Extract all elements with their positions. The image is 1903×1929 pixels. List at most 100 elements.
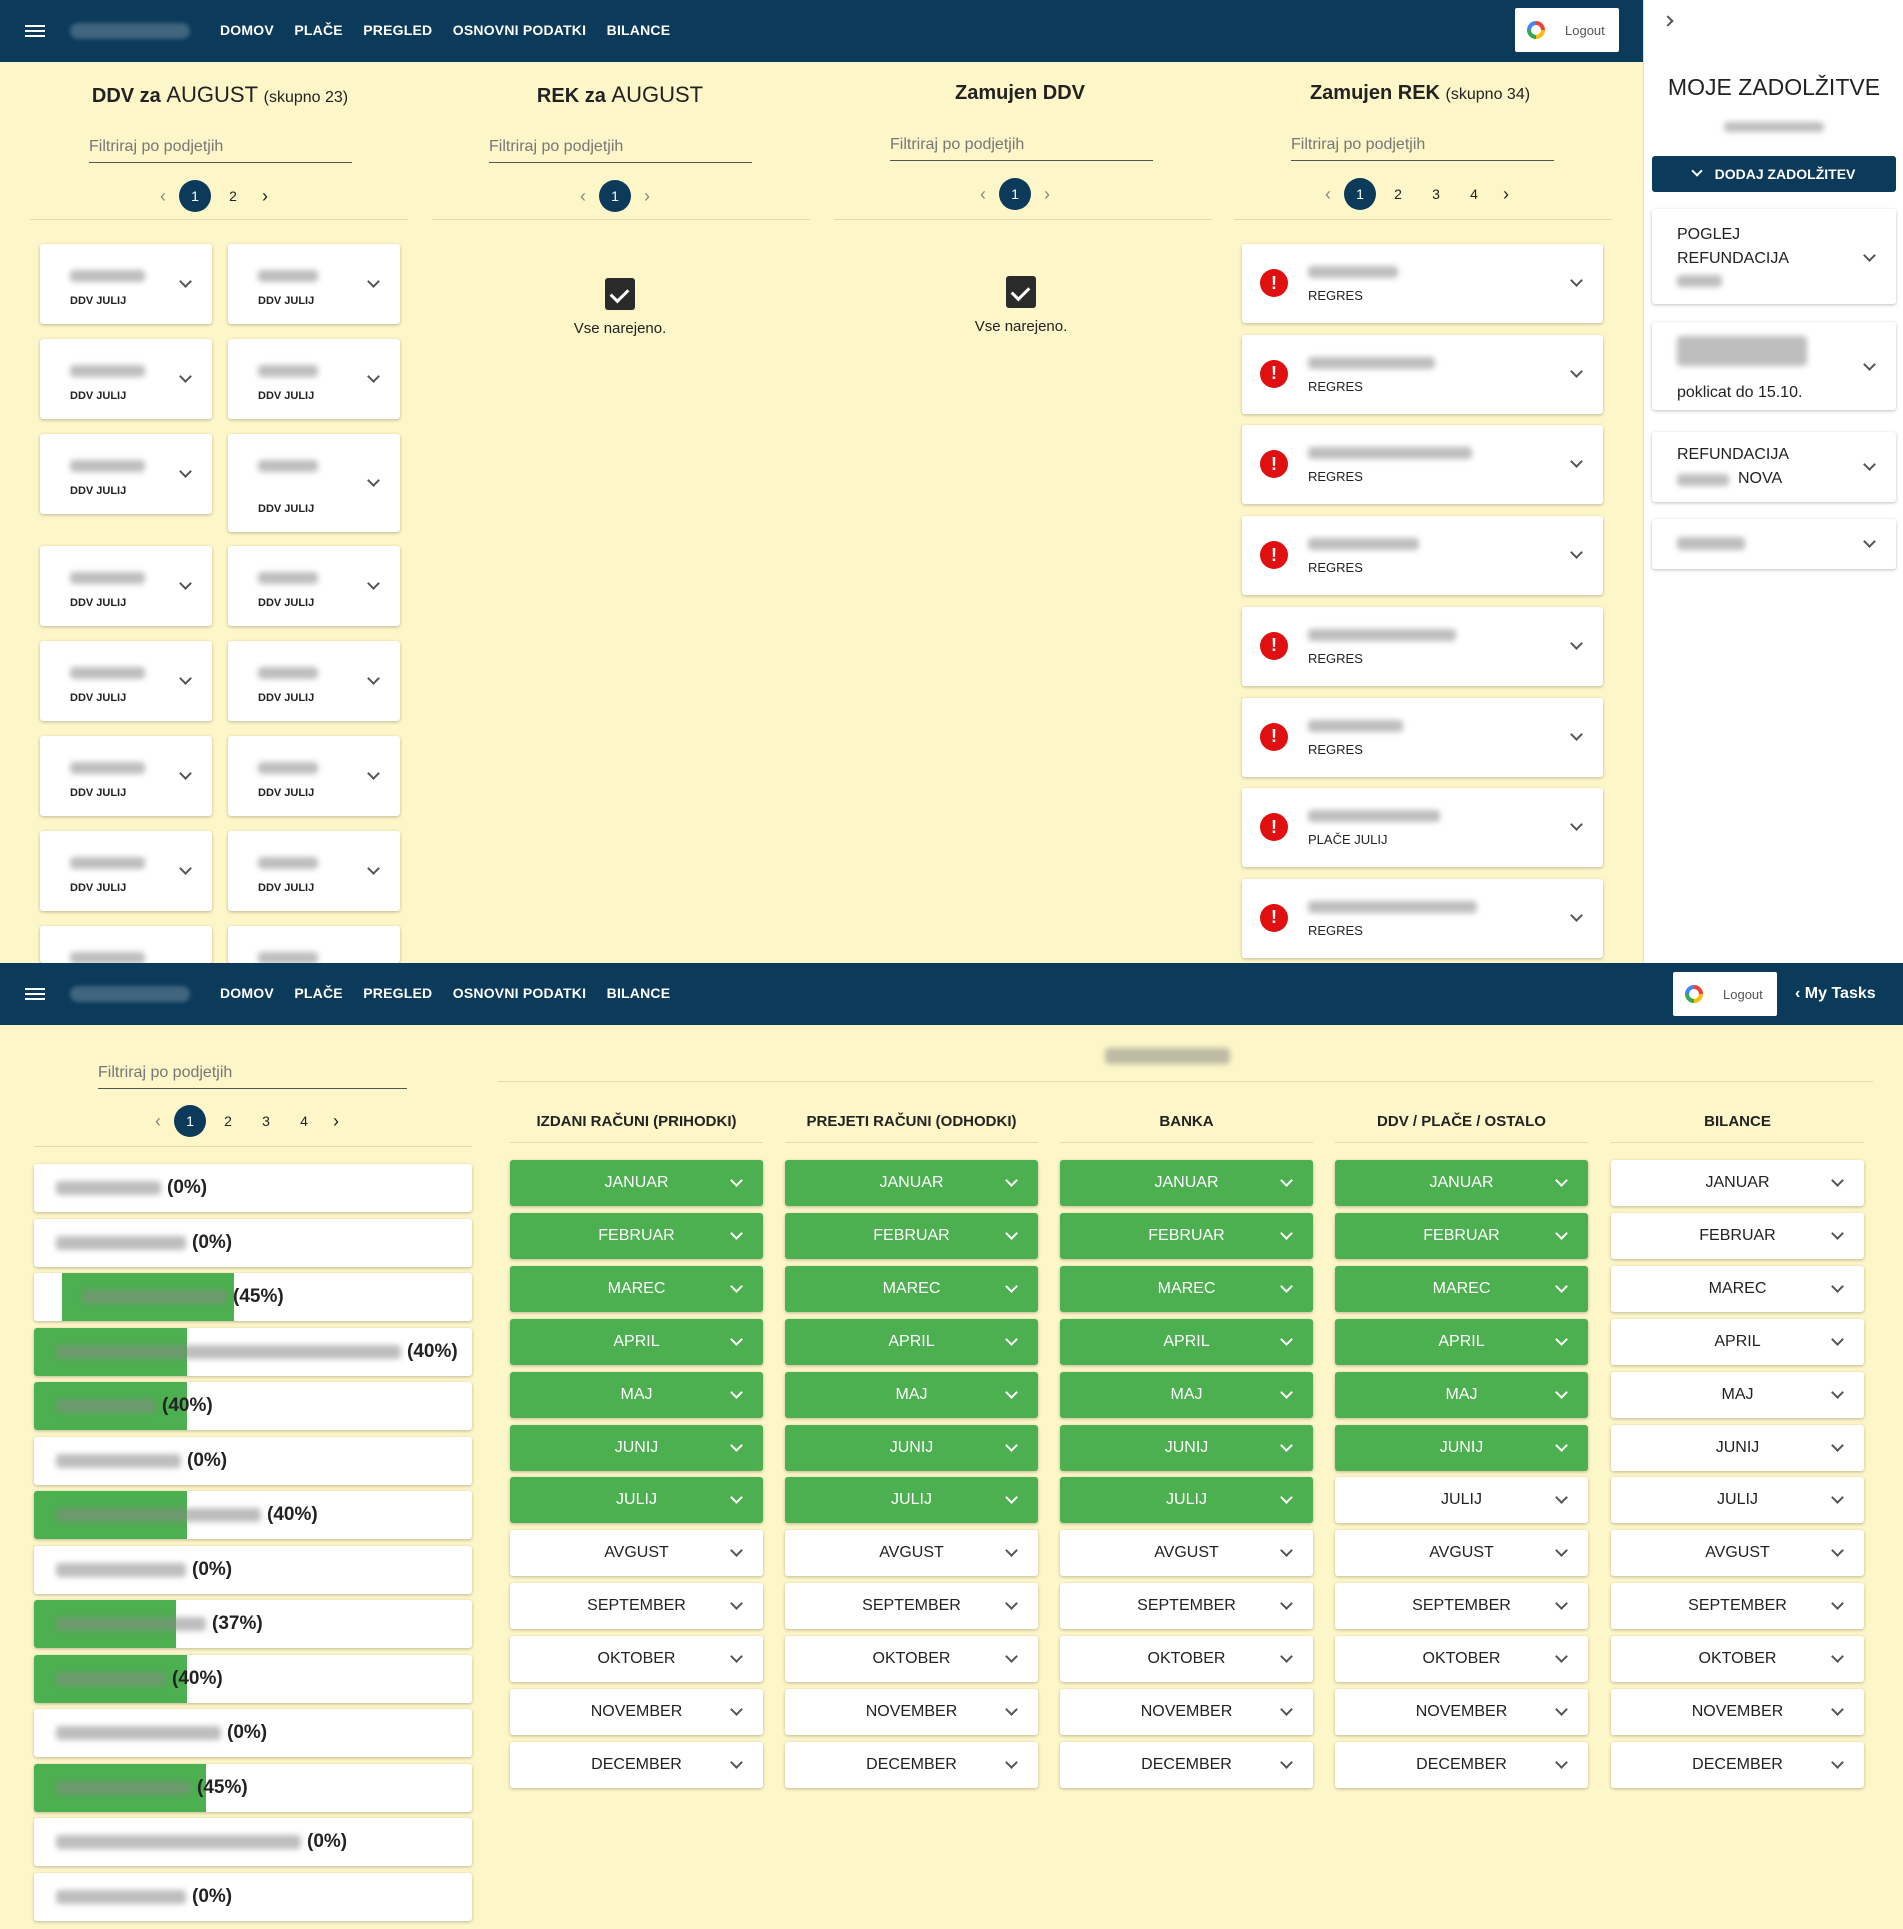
zamujen-rek-filter-input[interactable]: Filtriraj po podjetjih [1291, 136, 1554, 161]
zamujen-rek-card[interactable]: ! PLAČE JULIJ [1242, 788, 1603, 868]
page-4[interactable]: 4 [288, 1105, 320, 1137]
company-row[interactable]: (45%) [34, 1273, 472, 1321]
task-item[interactable] [1652, 519, 1896, 569]
month-cell-julij[interactable]: JULIJ [1611, 1477, 1864, 1524]
company-row[interactable]: (40%) [34, 1382, 472, 1430]
chevron-right-icon[interactable]: › [634, 186, 660, 207]
task-item[interactable]: POGLEJ REFUNDACIJA [1652, 209, 1896, 304]
month-cell-oktober[interactable]: OKTOBER [510, 1636, 763, 1683]
month-cell-december[interactable]: DECEMBER [510, 1741, 763, 1788]
ddv-task-card[interactable]: DDV JULIJ [40, 831, 212, 911]
zamujen-rek-card[interactable]: ! REGRES [1242, 425, 1603, 505]
month-cell-avgust[interactable]: AVGUST [1335, 1530, 1588, 1577]
ddv-task-card[interactable]: DDV JULIJ [228, 831, 400, 911]
page-3[interactable]: 3 [1420, 178, 1452, 210]
month-cell-marec[interactable]: MAREC [1335, 1265, 1588, 1312]
month-cell-april[interactable]: APRIL [510, 1318, 763, 1365]
month-cell-november[interactable]: NOVEMBER [785, 1689, 1038, 1735]
month-cell-junij[interactable]: JUNIJ [1060, 1424, 1313, 1471]
ddv-task-card[interactable] [228, 926, 400, 964]
month-cell-januar[interactable]: JANUAR [1611, 1160, 1864, 1206]
nav-pregled[interactable]: PREGLED [363, 22, 432, 38]
month-cell-maj[interactable]: MAJ [1335, 1371, 1588, 1418]
month-cell-december[interactable]: DECEMBER [1335, 1741, 1588, 1788]
ddv-task-card[interactable]: DDV JULIJ [40, 641, 212, 721]
ddv-task-card[interactable]: DDV JULIJ [228, 736, 400, 816]
page-3[interactable]: 3 [250, 1105, 282, 1137]
month-cell-november[interactable]: NOVEMBER [510, 1689, 763, 1735]
month-cell-januar[interactable]: JANUAR [1335, 1160, 1588, 1206]
month-cell-februar[interactable]: FEBRUAR [1611, 1212, 1864, 1259]
ddv-task-card[interactable]: DDV JULIJ [40, 244, 212, 324]
nav-osnovni-podatki[interactable]: OSNOVNI PODATKI [453, 985, 586, 1001]
month-cell-oktober[interactable]: OKTOBER [785, 1636, 1038, 1683]
page-1[interactable]: 1 [179, 180, 211, 212]
company-row[interactable]: (37%) [34, 1600, 472, 1648]
ddv-task-card[interactable]: DDV JULIJ [40, 736, 212, 816]
company-row[interactable]: (45%) [34, 1763, 472, 1812]
month-cell-april[interactable]: APRIL [1611, 1318, 1864, 1365]
zamujen-rek-card[interactable]: ! REGRES [1242, 334, 1603, 414]
month-cell-november[interactable]: NOVEMBER [1060, 1689, 1313, 1735]
nav-place[interactable]: PLAČE [294, 22, 342, 38]
ddv-task-card[interactable]: DDV JULIJ [40, 546, 212, 626]
month-cell-junij[interactable]: JUNIJ [510, 1424, 763, 1471]
ddv-task-card[interactable]: DDV JULIJ [40, 339, 212, 419]
company-row[interactable]: (0%) [34, 1545, 472, 1594]
month-cell-januar[interactable]: JANUAR [1060, 1160, 1313, 1206]
month-cell-februar[interactable]: FEBRUAR [1335, 1212, 1588, 1259]
chevron-right-icon[interactable] [1662, 15, 1674, 27]
month-cell-avgust[interactable]: AVGUST [1611, 1530, 1864, 1577]
chevron-right-icon[interactable]: › [252, 186, 278, 207]
zamujen-rek-card[interactable]: ! REGRES [1242, 878, 1603, 958]
chevron-left-icon[interactable]: ‹ [1315, 184, 1341, 205]
month-cell-februar[interactable]: FEBRUAR [1060, 1212, 1313, 1259]
month-cell-avgust[interactable]: AVGUST [1060, 1530, 1313, 1577]
add-task-button[interactable]: DODAJ ZADOLŽITEV [1652, 156, 1896, 192]
month-cell-marec[interactable]: MAREC [1060, 1265, 1313, 1312]
company-row[interactable]: (0%) [34, 1872, 472, 1921]
ddv-task-card[interactable]: DDV JULIJ [228, 244, 400, 324]
ddv-task-card[interactable]: DDV JULIJ [228, 641, 400, 721]
ddv-task-card[interactable] [40, 926, 212, 964]
zamujen-rek-card[interactable]: ! REGRES [1242, 516, 1603, 596]
month-cell-julij[interactable]: JULIJ [510, 1477, 763, 1524]
month-cell-februar[interactable]: FEBRUAR [510, 1212, 763, 1259]
logout-button[interactable]: Logout [1673, 972, 1777, 1016]
month-cell-maj[interactable]: MAJ [510, 1371, 763, 1418]
ddv-filter-input[interactable]: Filtriraj po podjetjih [89, 138, 352, 163]
company-row[interactable]: (0%) [34, 1164, 472, 1212]
company-row[interactable]: (40%) [34, 1491, 472, 1539]
page-4[interactable]: 4 [1458, 178, 1490, 210]
page-1[interactable]: 1 [174, 1105, 206, 1137]
company-row[interactable]: (0%) [34, 1218, 472, 1267]
rek-filter-input[interactable]: Filtriraj po podjetjih [489, 138, 752, 163]
nav-bilance[interactable]: BILANCE [607, 985, 671, 1001]
page-1[interactable]: 1 [999, 178, 1031, 210]
hamburger-menu-icon[interactable] [0, 22, 70, 40]
month-cell-september[interactable]: SEPTEMBER [1335, 1583, 1588, 1630]
month-cell-avgust[interactable]: AVGUST [785, 1530, 1038, 1577]
ddv-task-card[interactable]: DDV JULIJ [228, 546, 400, 626]
month-cell-maj[interactable]: MAJ [1060, 1371, 1313, 1418]
ddv-task-card[interactable]: DDV JULIJ [40, 434, 212, 514]
month-cell-marec[interactable]: MAREC [510, 1265, 763, 1312]
month-cell-junij[interactable]: JUNIJ [1335, 1424, 1588, 1471]
month-cell-julij[interactable]: JULIJ [785, 1477, 1038, 1524]
zamujen-rek-card[interactable]: ! REGRES [1242, 606, 1603, 686]
month-cell-januar[interactable]: JANUAR [510, 1160, 763, 1206]
task-item[interactable]: REFUNDACIJA NOVA [1652, 432, 1896, 502]
nav-place[interactable]: PLAČE [294, 985, 342, 1001]
month-cell-december[interactable]: DECEMBER [1611, 1741, 1864, 1788]
zamujen-ddv-filter-input[interactable]: Filtriraj po podjetjih [890, 136, 1153, 161]
month-cell-januar[interactable]: JANUAR [785, 1160, 1038, 1206]
chevron-left-icon[interactable]: ‹ [570, 186, 596, 207]
task-item[interactable]: poklicat do 15.10. [1652, 322, 1896, 410]
month-cell-marec[interactable]: MAREC [1611, 1265, 1864, 1312]
chevron-left-icon[interactable]: ‹ [970, 184, 996, 205]
my-tasks-button[interactable]: ‹ My Tasks [1795, 985, 1876, 1003]
month-cell-september[interactable]: SEPTEMBER [1060, 1583, 1313, 1630]
company-row[interactable]: (40%) [34, 1654, 472, 1703]
month-cell-september[interactable]: SEPTEMBER [785, 1583, 1038, 1630]
hamburger-menu-icon[interactable] [0, 985, 70, 1003]
